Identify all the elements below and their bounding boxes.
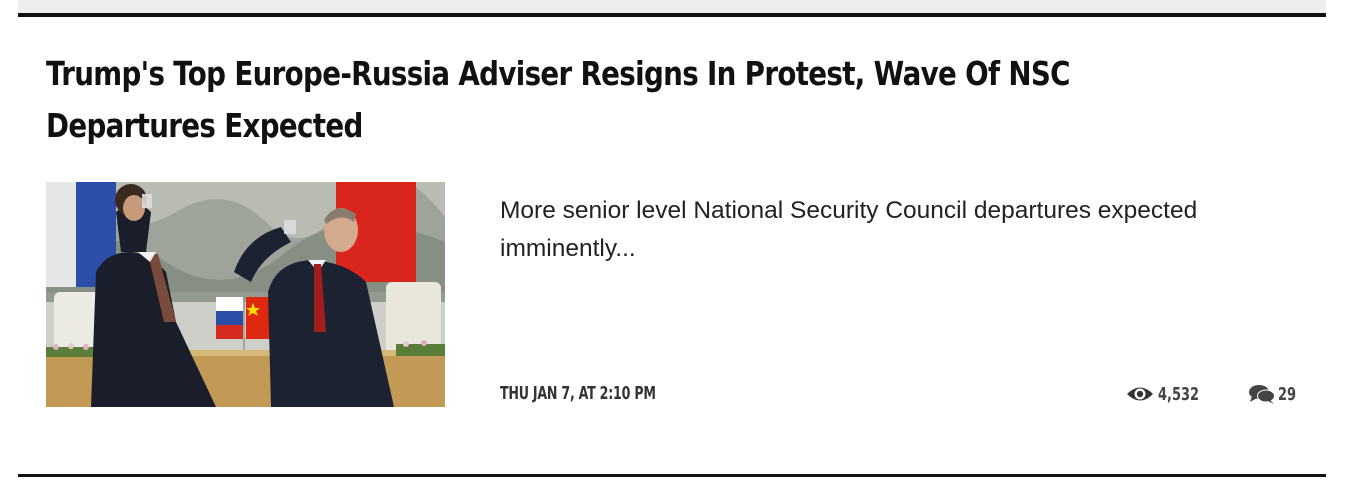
comments-number: 29 — [1278, 383, 1297, 405]
article-headline[interactable]: Trump's Top Europe-Russia Adviser Resign… — [46, 48, 1113, 152]
top-divider-band — [18, 0, 1326, 13]
eye-icon — [1126, 383, 1154, 405]
article-summary: More senior level National Security Coun… — [500, 197, 1198, 262]
article-card: Trump's Top Europe-Russia Adviser Resign… — [0, 0, 1366, 492]
article-thumbnail[interactable] — [46, 182, 445, 407]
article-date: THU JAN 7, AT 2:10 PM — [500, 383, 656, 404]
comments-icon — [1248, 383, 1276, 405]
views-number: 4,532 — [1158, 383, 1199, 405]
views-count: 4,532 — [1126, 383, 1215, 405]
bottom-divider — [18, 474, 1326, 477]
comments-link[interactable]: 29 — [1248, 383, 1303, 405]
top-divider — [18, 13, 1326, 17]
